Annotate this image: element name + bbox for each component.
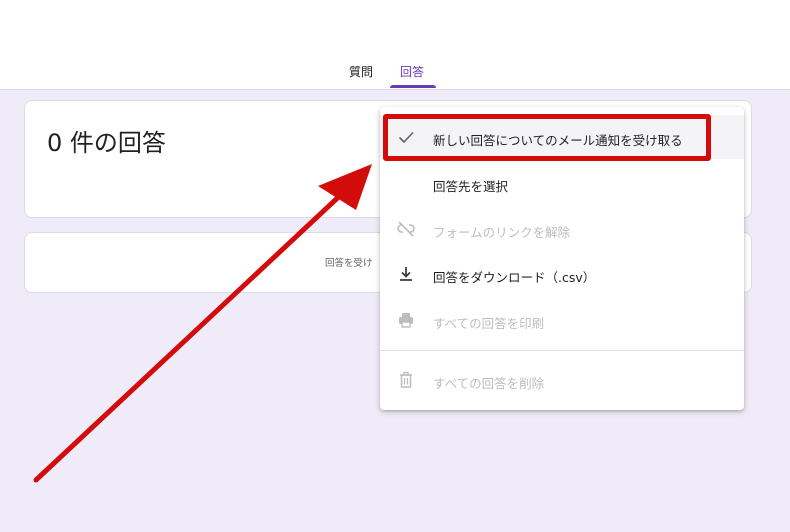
arrow-shaft	[33, 187, 349, 483]
annotation-arrow	[33, 164, 372, 483]
arrow-head	[318, 164, 372, 210]
